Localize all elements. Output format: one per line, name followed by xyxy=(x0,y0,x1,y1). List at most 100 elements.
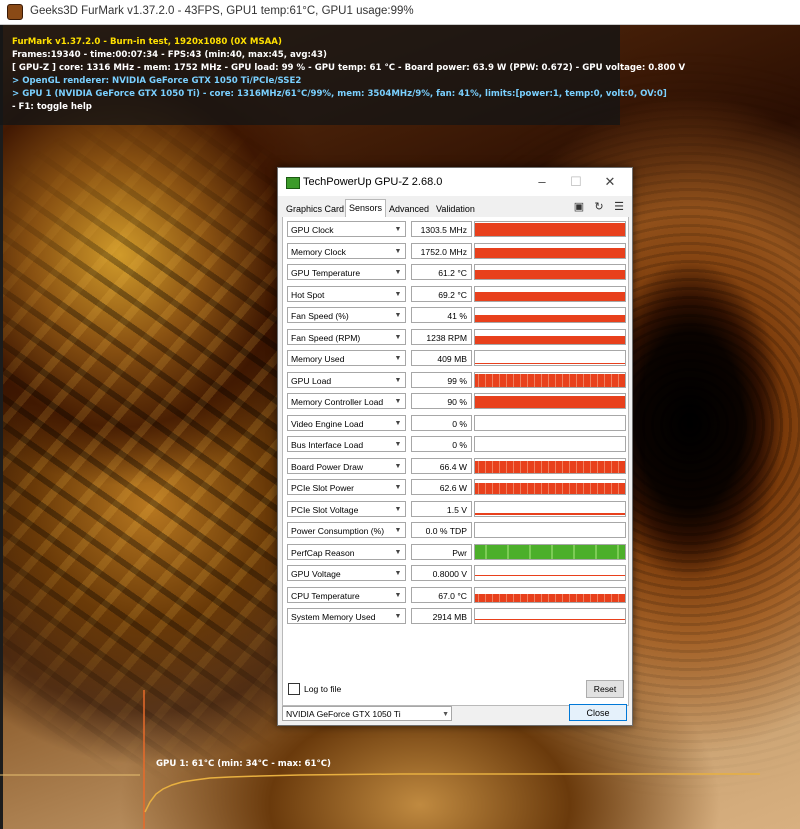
sensor-name: Memory Clock xyxy=(291,246,346,257)
sensor-value: 0 % xyxy=(411,436,472,452)
chevron-down-icon: ▼ xyxy=(394,419,402,427)
sensor-name-dropdown[interactable]: GPU Load ▼ xyxy=(287,371,406,388)
sensor-value: 61.2 °C xyxy=(411,264,472,280)
sensor-name: GPU Voltage xyxy=(291,569,341,579)
sensor-name: PCIe Slot Power xyxy=(291,483,355,493)
sensor-name-dropdown[interactable]: Fan Speed (RPM) ▼ xyxy=(287,328,406,345)
sensor-row: GPU Temperature ▼ 61.2 °C xyxy=(287,264,626,282)
sensor-name: CPU Temperature xyxy=(291,590,360,601)
sensor-value: 62.6 W xyxy=(411,479,472,495)
tab-sensors[interactable]: Sensors xyxy=(345,199,387,218)
sensor-row: GPU Clock ▼ 1303.5 MHz xyxy=(287,221,626,239)
sensor-graph xyxy=(474,328,626,345)
sensor-name: GPU Load xyxy=(291,375,332,386)
sensor-graph xyxy=(474,242,626,259)
sensors-panel: GPU Clock ▼ 1303.5 MHz Memory Clock ▼ 1752.0 … xyxy=(282,217,629,706)
sensor-row: Memory Clock ▼ 1752.0 MHz xyxy=(287,242,626,261)
chevron-down-icon: ▼ xyxy=(442,711,449,718)
chevron-down-icon: ▼ xyxy=(394,376,402,384)
sensor-name-dropdown[interactable]: Board Power Draw ▼ xyxy=(287,457,406,474)
tab-advanced[interactable]: Advanced xyxy=(386,202,432,216)
sensor-row: PCIe Slot Power ▼ 62.6 W xyxy=(287,479,626,497)
sensor-graph-fill xyxy=(475,335,625,344)
sensor-graph-fill xyxy=(475,247,625,258)
sensor-name-dropdown[interactable]: PCIe Slot Power ▼ xyxy=(287,479,406,495)
sensor-value: Pwr xyxy=(411,543,472,560)
sensor-value: 0 % xyxy=(411,414,472,431)
sensor-name-dropdown[interactable]: Memory Controller Load ▼ xyxy=(287,393,406,409)
osd-line-benchmark: FurMark v1.37.2.0 - Burn-in test, 1920x1… xyxy=(12,37,282,47)
gpuz-window: TechPowerUp GPU-Z 2.68.0 – ☐ ✕ Graphics … xyxy=(277,167,633,726)
sensor-name-dropdown[interactable]: Bus Interface Load ▼ xyxy=(287,436,406,452)
osd-line-gpuz: [ GPU-Z ] core: 1316 MHz - mem: 1752 MHz… xyxy=(12,63,686,73)
chevron-down-icon: ▼ xyxy=(394,441,402,448)
chevron-down-icon: ▼ xyxy=(394,570,402,577)
sensor-value: 99 % xyxy=(411,371,472,388)
sensor-name: Fan Speed (RPM) xyxy=(291,332,361,343)
sensor-name-dropdown[interactable]: Fan Speed (%) ▼ xyxy=(287,307,406,323)
sensor-row: GPU Voltage ▼ 0.8000 V xyxy=(287,565,626,583)
osd-line-frames: Frames:19340 - time:00:07:34 - FPS:43 (m… xyxy=(12,50,327,60)
camera-icon[interactable]: ▣ xyxy=(572,201,586,213)
sensor-graph-fill xyxy=(475,291,625,301)
log-to-file-label: Log to file xyxy=(304,684,342,694)
sensor-name-dropdown[interactable]: Memory Clock ▼ xyxy=(287,242,406,259)
furmark-window-title: Geeks3D FurMark v1.37.2.0 - 43FPS, GPU1 … xyxy=(30,5,414,17)
sensor-name-dropdown[interactable]: GPU Voltage ▼ xyxy=(287,565,406,581)
sensor-graph-fill xyxy=(475,513,625,515)
sensor-graph-fill xyxy=(475,574,625,576)
tab-graphics-card[interactable]: Graphics Card xyxy=(283,202,347,216)
sensor-name-dropdown[interactable]: PCIe Slot Voltage ▼ xyxy=(287,500,406,517)
sensor-name-dropdown[interactable]: Hot Spot ▼ xyxy=(287,285,406,302)
sensor-value: 0.0 % TDP xyxy=(411,522,472,538)
sensor-graph-fill xyxy=(475,362,625,364)
sensor-name-dropdown[interactable]: PerfCap Reason ▼ xyxy=(287,543,406,560)
log-to-file[interactable]: Log to file xyxy=(288,683,341,695)
tab-validation[interactable]: Validation xyxy=(433,202,478,216)
sensor-row: GPU Load ▼ 99 % xyxy=(287,371,626,390)
sensor-value: 409 MB xyxy=(411,350,472,366)
chevron-down-icon: ▼ xyxy=(394,484,402,491)
sensor-value: 66.4 W xyxy=(411,457,472,474)
sensor-name: GPU Clock xyxy=(291,225,334,235)
furmark-titlebar[interactable]: Geeks3D FurMark v1.37.2.0 - 43FPS, GPU1 … xyxy=(0,0,800,25)
sensor-name-dropdown[interactable]: GPU Clock ▼ xyxy=(287,221,406,237)
sensor-row: Fan Speed (%) ▼ 41 % xyxy=(287,307,626,325)
close-window-icon[interactable]: ✕ xyxy=(596,172,624,192)
chevron-down-icon: ▼ xyxy=(394,333,402,341)
chevron-down-icon: ▼ xyxy=(394,613,402,620)
chevron-down-icon: ▼ xyxy=(394,462,402,470)
sensor-name-dropdown[interactable]: System Memory Used ▼ xyxy=(287,608,406,624)
gpuz-titlebar[interactable]: TechPowerUp GPU-Z 2.68.0 – ☐ ✕ xyxy=(278,168,632,196)
gpu-select-dropdown[interactable]: NVIDIA GeForce GTX 1050 Ti ▼ xyxy=(282,706,452,721)
sensor-graph-fill xyxy=(475,373,625,387)
sensor-value: 90 % xyxy=(411,393,472,409)
reset-button[interactable]: Reset xyxy=(586,680,624,698)
sensor-value: 1303.5 MHz xyxy=(411,221,472,237)
minimize-icon[interactable]: – xyxy=(528,172,556,192)
chevron-down-icon: ▼ xyxy=(394,548,402,556)
sensor-graph-fill xyxy=(475,593,625,602)
sensor-name: Board Power Draw xyxy=(291,461,364,472)
sensor-graph xyxy=(474,350,626,366)
sensor-graph xyxy=(474,479,626,495)
sensor-name-dropdown[interactable]: GPU Temperature ▼ xyxy=(287,264,406,280)
refresh-icon[interactable]: ↻ xyxy=(592,201,606,213)
sensor-graph-fill xyxy=(475,483,625,494)
sensor-row: PerfCap Reason ▼ Pwr xyxy=(287,543,626,562)
log-to-file-checkbox[interactable] xyxy=(288,683,300,695)
sensor-name-dropdown[interactable]: Memory Used ▼ xyxy=(287,350,406,366)
sensor-name-dropdown[interactable]: CPU Temperature ▼ xyxy=(287,586,406,603)
sensor-name: Hot Spot xyxy=(291,289,325,300)
close-button[interactable]: Close xyxy=(569,704,627,721)
sensor-name-dropdown[interactable]: Power Consumption (%) ▼ xyxy=(287,522,406,538)
menu-icon[interactable]: ☰ xyxy=(612,201,626,213)
maximize-icon[interactable]: ☐ xyxy=(562,172,590,192)
sensor-graph xyxy=(474,393,626,409)
sensor-name: System Memory Used xyxy=(291,612,376,622)
sensor-name-dropdown[interactable]: Video Engine Load ▼ xyxy=(287,414,406,431)
furmark-osd-panel: FurMark v1.37.2.0 - Burn-in test, 1920x1… xyxy=(0,25,685,125)
gpuz-app-icon xyxy=(286,177,300,189)
sensor-graph-fill xyxy=(475,270,625,279)
furmark-app-icon xyxy=(7,4,23,20)
